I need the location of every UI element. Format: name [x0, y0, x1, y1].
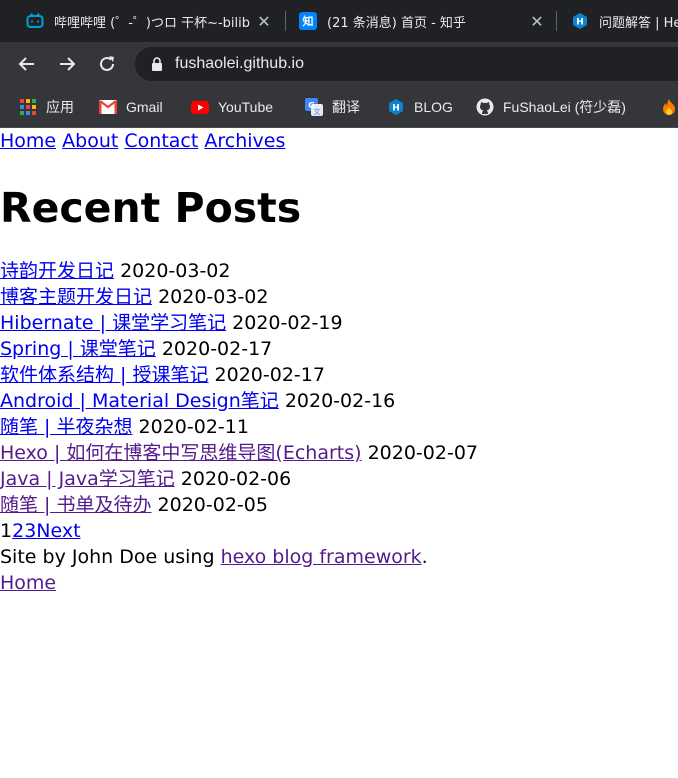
post-date: 2020-02-07	[367, 442, 478, 464]
footer-home-link[interactable]: Home	[0, 572, 56, 594]
hexo-framework-link[interactable]: hexo blog framework	[221, 546, 422, 568]
footer-home: Home	[0, 570, 678, 596]
post-link[interactable]: Android | Material Design笔记	[0, 390, 279, 412]
site-nav: Home About Contact Archives	[0, 128, 678, 154]
reload-button[interactable]	[93, 50, 121, 78]
reload-icon	[100, 56, 114, 71]
post-link[interactable]: 随笔 | 半夜杂想	[0, 416, 132, 438]
post-date: 2020-02-19	[232, 312, 343, 334]
list-item: 软件体系结构 | 授课笔记 2020-02-17	[0, 362, 678, 388]
post-date: 2020-02-06	[180, 468, 292, 490]
bookmark-translate[interactable]: G文 翻译	[305, 86, 360, 127]
current-page: 1	[0, 520, 13, 542]
bookmark-github[interactable]: FuShaoLei (符少磊)	[476, 86, 626, 127]
footer-suffix: .	[421, 546, 428, 568]
gmail-icon	[99, 98, 117, 116]
list-item: 随笔 | 半夜杂想 2020-02-11	[0, 414, 678, 440]
bilibili-icon	[26, 12, 44, 30]
address-bar[interactable]: fushaolei.github.io	[135, 47, 678, 81]
list-item: 诗韵开发日记 2020-03-02	[0, 258, 678, 284]
nav-archives-link[interactable]: Archives	[204, 130, 285, 152]
back-button[interactable]	[13, 50, 41, 78]
address-text: fushaolei.github.io	[175, 55, 304, 72]
flame-icon	[660, 98, 678, 116]
arrow-right-icon	[60, 57, 76, 71]
tab-title: (21 条消息) 首页 - 知乎	[327, 15, 466, 31]
pagination: 123Next	[0, 518, 678, 544]
bookmark-gmail[interactable]: Gmail	[99, 86, 163, 127]
zhihu-icon: 知	[299, 12, 317, 30]
tab-divider	[556, 11, 557, 31]
browser-toolbar: fushaolei.github.io	[0, 42, 678, 86]
tab-title: 哔哩哔哩 (゜-゜)つロ 干杯~-bilibili	[54, 15, 250, 31]
close-icon[interactable]: ✕	[256, 12, 272, 31]
list-item: 随笔 | 书单及待办 2020-02-05	[0, 492, 678, 518]
post-date: 2020-02-11	[138, 416, 249, 438]
bookmark-apps[interactable]: 应用	[19, 86, 74, 127]
svg-text:H: H	[576, 18, 584, 28]
post-date: 2020-02-16	[284, 390, 396, 412]
post-date: 2020-02-17	[214, 364, 325, 386]
page-body: Home About Contact Archives Recent Posts…	[0, 128, 678, 596]
bookmark-label: FuShaoLei (符少磊)	[503, 99, 626, 115]
svg-text:H: H	[392, 104, 400, 114]
bookmarks-bar: 应用 Gmail YouTube G文 翻译 H BLOG FuShaoLei …	[0, 86, 678, 128]
list-item: Hibernate | 课堂学习笔记 2020-02-19	[0, 310, 678, 336]
site-footer: Site by John Doe using hexo blog framewo…	[0, 544, 678, 570]
forward-button[interactable]	[53, 50, 81, 78]
lock-icon[interactable]	[151, 57, 163, 71]
nav-home-link[interactable]: Home	[0, 130, 56, 152]
page-3-link[interactable]: 3	[24, 520, 36, 542]
list-item: Java | Java学习笔记 2020-02-06	[0, 466, 678, 492]
post-date: 2020-02-17	[161, 338, 273, 360]
tab-zhihu[interactable]: 知 (21 条消息) 首页 - 知乎 ✕	[299, 0, 545, 42]
post-date: 2020-03-02	[120, 260, 231, 282]
close-icon[interactable]: ✕	[529, 12, 545, 31]
tab-title: 问题解答 | Hexo	[599, 15, 678, 31]
next-page-link[interactable]: Next	[36, 520, 80, 542]
bookmark-overflow[interactable]	[660, 86, 678, 127]
bookmark-label: YouTube	[218, 99, 274, 115]
post-link[interactable]: Hibernate | 课堂学习笔记	[0, 312, 226, 334]
bookmark-label: 应用	[46, 99, 74, 115]
footer-text: Site by John Doe using	[0, 546, 221, 568]
post-link[interactable]: Java | Java学习笔记	[0, 468, 175, 490]
bookmark-label: 翻译	[332, 99, 360, 115]
bookmark-label: BLOG	[414, 99, 453, 115]
post-link[interactable]: Spring | 课堂笔记	[0, 338, 156, 360]
list-item: Android | Material Design笔记 2020-02-16	[0, 388, 678, 414]
list-item: 博客主题开发日记 2020-03-02	[0, 284, 678, 310]
tab-strip: 哔哩哔哩 (゜-゜)つロ 干杯~-bilibili ✕ 知 (21 条消息) 首…	[0, 0, 678, 42]
bookmark-youtube[interactable]: YouTube	[191, 86, 274, 127]
post-link[interactable]: 博客主题开发日记	[0, 286, 152, 308]
post-link[interactable]: 随笔 | 书单及待办	[0, 494, 151, 516]
github-icon	[476, 98, 494, 116]
page-title: Recent Posts	[0, 184, 302, 232]
post-list: 诗韵开发日记 2020-03-02 博客主题开发日记 2020-03-02 Hi…	[0, 258, 678, 518]
page-2-link[interactable]: 2	[12, 520, 24, 542]
nav-about-link[interactable]: About	[62, 130, 118, 152]
hexo-icon: H	[571, 12, 589, 30]
tab-divider	[285, 11, 286, 31]
arrow-left-icon	[18, 57, 34, 71]
tab-bilibili[interactable]: 哔哩哔哩 (゜-゜)つロ 干杯~-bilibili ✕	[26, 0, 272, 42]
nav-contact-link[interactable]: Contact	[124, 130, 198, 152]
post-date: 2020-02-05	[157, 494, 268, 516]
bookmark-label: Gmail	[126, 99, 163, 115]
apps-grid-icon	[19, 98, 37, 116]
tab-hexo[interactable]: H 问题解答 | Hexo	[571, 0, 678, 42]
list-item: Spring | 课堂笔记 2020-02-17	[0, 336, 678, 362]
bookmark-blog[interactable]: H BLOG	[387, 86, 453, 127]
list-item: Hexo | 如何在博客中写思维导图(Echarts) 2020-02-07	[0, 440, 678, 466]
post-link[interactable]: Hexo | 如何在博客中写思维导图(Echarts)	[0, 442, 362, 464]
post-link[interactable]: 软件体系结构 | 授课笔记	[0, 364, 208, 386]
post-date: 2020-03-02	[158, 286, 269, 308]
hexo-icon: H	[387, 98, 405, 116]
youtube-icon	[191, 98, 209, 116]
svg-text:文: 文	[314, 107, 321, 116]
translate-icon: G文	[305, 98, 323, 116]
post-link[interactable]: 诗韵开发日记	[0, 260, 114, 282]
